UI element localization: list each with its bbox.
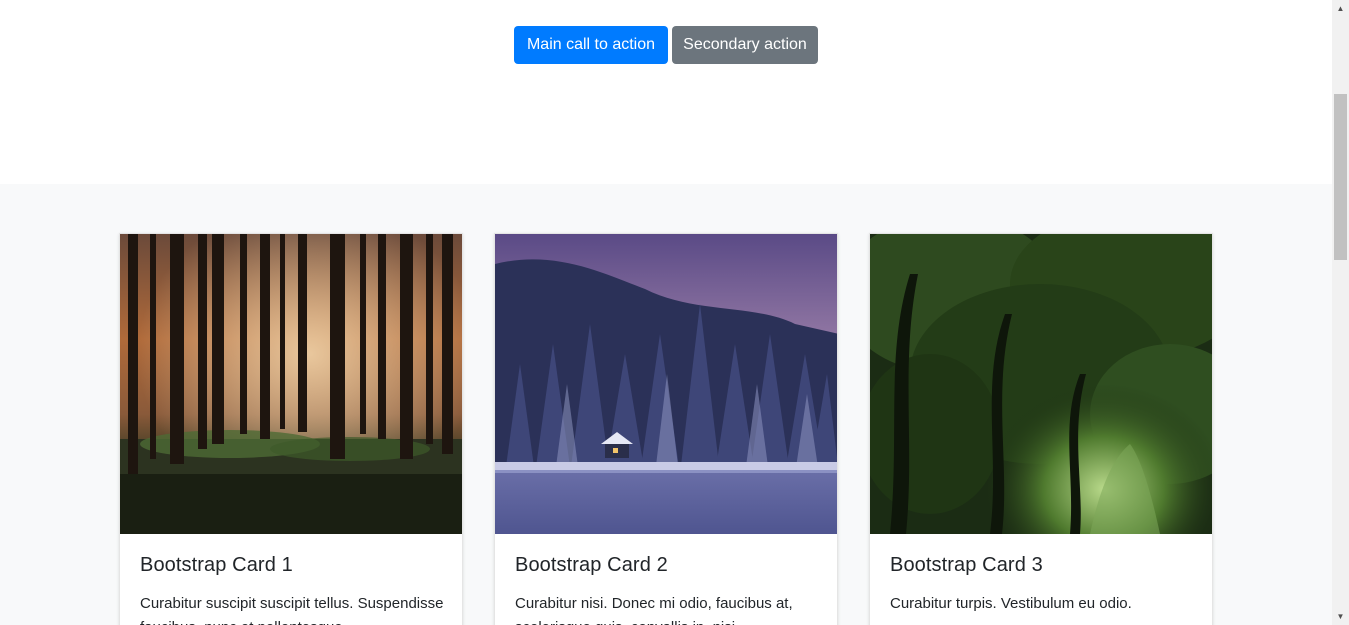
scrollbar-thumb[interactable]: [1334, 94, 1347, 260]
card-2-text: Curabitur nisi. Donec mi odio, faucibus …: [515, 595, 793, 625]
hero-section: Main call to action Secondary action: [0, 0, 1332, 184]
secondary-action-button[interactable]: Secondary action: [672, 26, 818, 64]
card-1: Bootstrap Card 1 Curabitur suscipit susc…: [119, 233, 463, 625]
card-2-title: Bootstrap Card 2: [515, 554, 668, 576]
green-forest-tunnel-image: [870, 234, 1212, 534]
card-3: Bootstrap Card 3 Curabitur turpis. Vesti…: [869, 233, 1213, 625]
page: Main call to action Secondary action Boo…: [0, 0, 1349, 625]
card-2-image: [495, 234, 837, 534]
scroll-down-arrow-icon[interactable]: ▼: [1332, 608, 1349, 625]
snowy-forest-cabin-image: [495, 234, 837, 534]
forest-autumn-image: [120, 234, 462, 534]
card-1-title: Bootstrap Card 1: [140, 554, 293, 576]
vertical-scrollbar[interactable]: ▲ ▼: [1332, 0, 1349, 625]
card-3-title: Bootstrap Card 3: [890, 554, 1043, 576]
main-call-to-action-button[interactable]: Main call to action: [514, 26, 668, 64]
card-1-text: Curabitur suscipit suscipit tellus. Susp…: [140, 595, 444, 625]
card-2: Bootstrap Card 2 Curabitur nisi. Donec m…: [494, 233, 838, 625]
card-3-image: [870, 234, 1212, 534]
scroll-up-arrow-icon[interactable]: ▲: [1332, 0, 1349, 17]
card-3-text: Curabitur turpis. Vestibulum eu odio.: [890, 595, 1132, 612]
album-section: Bootstrap Card 1 Curabitur suscipit susc…: [0, 184, 1332, 625]
card-1-image: [120, 234, 462, 534]
